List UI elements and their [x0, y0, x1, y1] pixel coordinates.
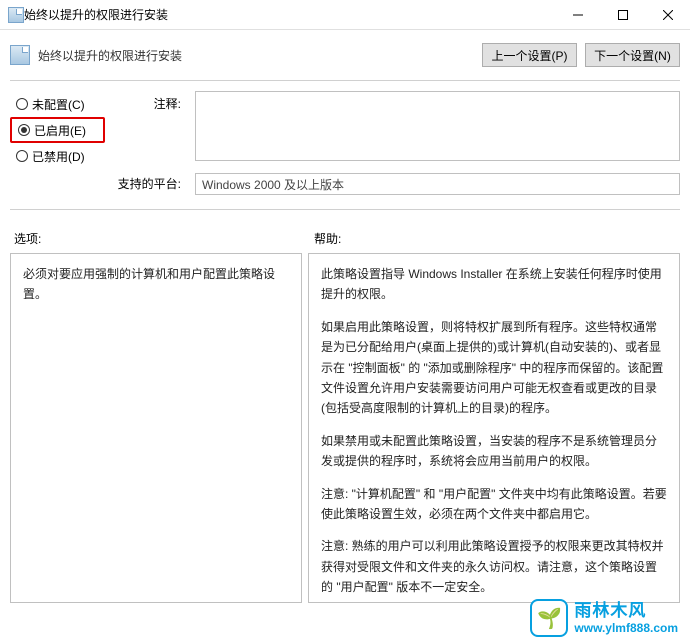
section-labels: 选项: 帮助: — [0, 210, 690, 253]
comment-label: 注释: — [115, 95, 185, 123]
watermark-text: 雨林木风 www.ylmf888.com — [574, 601, 678, 636]
radio-label: 已禁用(D) — [32, 148, 85, 165]
field-labels: 注释: 支持的平台: — [115, 91, 185, 203]
help-paragraph: 注意: "计算机配置" 和 "用户配置" 文件夹中均有此策略设置。若要使此策略设… — [321, 484, 667, 525]
radio-label: 未配置(C) — [32, 96, 85, 113]
policy-icon — [10, 45, 30, 65]
field-inputs: Windows 2000 及以上版本 — [195, 91, 680, 203]
maximize-button[interactable] — [600, 0, 645, 30]
radio-icon — [16, 98, 28, 110]
help-paragraph: 如果启用此策略设置，则将特权扩展到所有程序。这些特权通常是为已分配给用户(桌面上… — [321, 317, 667, 419]
config-row: 未配置(C) 已启用(E) 已禁用(D) 注释: 支持的平台: Windows … — [0, 81, 690, 209]
watermark-cn: 雨林木风 — [574, 601, 678, 621]
watermark-url: www.ylmf888.com — [574, 621, 678, 635]
watermark-icon: 🌱 — [530, 599, 568, 637]
platform-label: 支持的平台: — [115, 175, 185, 203]
help-paragraph: 如果禁用或未配置此策略设置，当安装的程序不是系统管理员分发或提供的程序时，系统将… — [321, 431, 667, 472]
help-paragraph: 注意: 熟练的用户可以利用此策略设置授予的权限来更改其特权并获得对受限文件和文件… — [321, 536, 667, 597]
window-icon — [8, 7, 24, 23]
help-label: 帮助: — [314, 230, 341, 247]
previous-setting-button[interactable]: 上一个设置(P) — [482, 43, 577, 67]
header: 始终以提升的权限进行安装 上一个设置(P) 下一个设置(N) — [0, 30, 690, 80]
options-panel: 必须对要应用强制的计算机和用户配置此策略设置。 — [10, 253, 302, 603]
policy-title: 始终以提升的权限进行安装 — [38, 47, 474, 64]
close-button[interactable] — [645, 0, 690, 30]
options-label: 选项: — [14, 230, 314, 247]
options-text: 必须对要应用强制的计算机和用户配置此策略设置。 — [23, 264, 289, 305]
next-setting-button[interactable]: 下一个设置(N) — [585, 43, 680, 67]
supported-platform-field: Windows 2000 及以上版本 — [195, 173, 680, 195]
radio-icon — [18, 124, 30, 136]
help-panel[interactable]: 此策略设置指导 Windows Installer 在系统上安装任何程序时使用提… — [308, 253, 680, 603]
titlebar: 始终以提升的权限进行安装 — [0, 0, 690, 30]
panels: 必须对要应用强制的计算机和用户配置此策略设置。 此策略设置指导 Windows … — [0, 253, 690, 613]
watermark: 🌱 雨林木风 www.ylmf888.com — [530, 599, 678, 637]
radio-label: 已启用(E) — [34, 122, 86, 139]
window-title: 始终以提升的权限进行安装 — [24, 6, 555, 23]
minimize-button[interactable] — [555, 0, 600, 30]
radio-icon — [16, 150, 28, 162]
help-paragraph: 此策略设置指导 Windows Installer 在系统上安装任何程序时使用提… — [321, 264, 667, 305]
state-radios: 未配置(C) 已启用(E) 已禁用(D) — [10, 91, 105, 203]
radio-enabled[interactable]: 已启用(E) — [10, 117, 105, 143]
radio-disabled[interactable]: 已禁用(D) — [10, 143, 105, 169]
radio-not-configured[interactable]: 未配置(C) — [10, 91, 105, 117]
comment-input[interactable] — [195, 91, 680, 161]
